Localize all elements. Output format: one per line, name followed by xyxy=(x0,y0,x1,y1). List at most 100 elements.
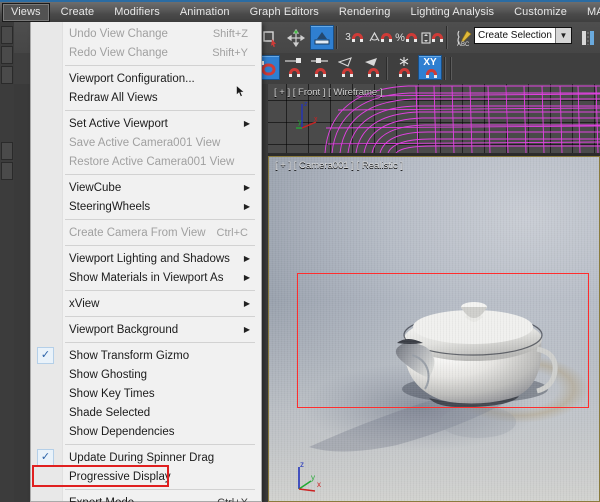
mouse-pointer-icon xyxy=(236,85,245,97)
menu-item-show-transform-gizmo[interactable]: ✓ Show Transform Gizmo xyxy=(31,346,261,365)
menu-item-label: Update During Spinner Drag xyxy=(69,451,215,464)
camera-viewport-label[interactable]: [ + ] [ Camera001 ] [ Realistic ] xyxy=(275,160,403,171)
left-strip-button-3[interactable] xyxy=(1,66,13,84)
menu-item-label: xView xyxy=(69,297,100,310)
mirror-icon[interactable] xyxy=(576,25,600,50)
menu-views[interactable]: Views xyxy=(2,2,50,22)
menu-separator xyxy=(65,174,255,175)
menu-item-shortcut: Ctrl+X xyxy=(217,497,248,502)
spinner-snap-toggle-icon[interactable] xyxy=(420,25,444,50)
axis-z-label: z xyxy=(300,460,304,469)
toolbar-separator-2 xyxy=(446,26,448,49)
menu-separator xyxy=(65,290,255,291)
menu-item-show-materials-in-viewport-as[interactable]: Show Materials in Viewport As ▶ xyxy=(31,268,261,287)
snap-midpoint-icon[interactable] xyxy=(308,55,332,80)
left-strip-button-2[interactable] xyxy=(1,46,13,64)
menu-item-shortcut: Ctrl+C xyxy=(216,226,248,239)
select-and-manipulate-icon[interactable] xyxy=(310,25,334,50)
main-menu-bar: Views Create Modifiers Animation Graph Edito… xyxy=(0,0,600,22)
menu-separator xyxy=(65,219,255,220)
menu-item-expert-mode[interactable]: Expert Mode Ctrl+X xyxy=(31,493,261,502)
menu-item-update-during-spinner-drag[interactable]: ✓ Update During Spinner Drag xyxy=(31,448,261,467)
selection-rectangle[interactable] xyxy=(297,273,589,408)
menu-item-create-camera-from-view[interactable]: Create Camera From View Ctrl+C xyxy=(31,223,261,242)
menu-separator xyxy=(65,245,255,246)
menu-item-label: Viewport Lighting and Shadows xyxy=(69,252,230,265)
menu-customize[interactable]: Customize xyxy=(505,3,576,22)
snap-endpoint-icon[interactable] xyxy=(282,55,306,80)
menu-item-label: Progressive Display xyxy=(69,470,171,483)
menu-item-label: Show Ghosting xyxy=(69,368,147,381)
axis-x-label: x xyxy=(317,480,321,489)
menu-separator xyxy=(65,342,255,343)
menu-item-undo-view-change[interactable]: Undo View Change Shift+Z xyxy=(31,24,261,43)
named-selection-set-combo[interactable]: Create Selection Se ▼ xyxy=(474,27,572,44)
menu-item-steeringwheels[interactable]: SteeringWheels ▶ xyxy=(31,197,261,216)
select-and-move-icon[interactable] xyxy=(284,25,308,50)
toolbar-separator-5 xyxy=(450,57,452,80)
front-viewport-label[interactable]: [ + ] [ Front ] [ Wireframe ] xyxy=(274,87,382,98)
menu-item-shade-selected[interactable]: Shade Selected xyxy=(31,403,261,422)
menu-item-label: Show Materials in Viewport As xyxy=(69,271,224,284)
snap-edge-icon[interactable] xyxy=(360,55,384,80)
menu-item-show-ghosting[interactable]: Show Ghosting xyxy=(31,365,261,384)
chevron-down-icon[interactable]: ▼ xyxy=(555,28,571,43)
menu-item-progressive-display[interactable]: Progressive Display xyxy=(31,467,261,486)
submenu-arrow-icon: ▶ xyxy=(243,119,250,128)
snaps-toggle-3-icon[interactable]: 3 xyxy=(342,25,366,50)
menu-animation[interactable]: Animation xyxy=(171,3,239,22)
menu-item-show-dependencies[interactable]: Show Dependencies xyxy=(31,422,261,441)
named-selection-sets-icon[interactable]: ABC xyxy=(452,25,476,50)
left-toolbar-strip xyxy=(0,22,14,502)
menu-item-viewcube[interactable]: ViewCube ▶ xyxy=(31,178,261,197)
menu-item-label: Save Active Camera001 View xyxy=(69,136,221,149)
percent-snap-toggle-icon[interactable]: % xyxy=(394,25,418,50)
menu-item-shortcut: Shift+Y xyxy=(212,46,248,59)
axis-y-label: y xyxy=(311,473,315,482)
menu-item-show-key-times[interactable]: Show Key Times xyxy=(31,384,261,403)
menu-graph-editors[interactable]: Graph Editors xyxy=(241,3,328,22)
menu-item-viewport-configuration[interactable]: Viewport Configuration... xyxy=(31,69,261,88)
menu-item-set-active-viewport[interactable]: Set Active Viewport ▶ xyxy=(31,114,261,133)
menu-modifiers[interactable]: Modifiers xyxy=(105,3,169,22)
menu-item-label: Expert Mode xyxy=(69,497,134,502)
menu-item-label: Restore Active Camera001 View xyxy=(69,155,235,168)
menu-rendering[interactable]: Rendering xyxy=(330,3,400,22)
menu-item-save-active-camera001-view[interactable]: Save Active Camera001 View xyxy=(31,133,261,152)
check-icon: ✓ xyxy=(37,449,54,466)
angle-snap-toggle-icon[interactable] xyxy=(368,25,392,50)
submenu-arrow-icon: ▶ xyxy=(243,202,250,211)
left-strip-button-5[interactable] xyxy=(1,162,13,180)
snap-face-icon[interactable] xyxy=(334,55,358,80)
menu-item-label: Show Key Times xyxy=(69,387,155,400)
menu-item-viewport-lighting-and-shadows[interactable]: Viewport Lighting and Shadows ▶ xyxy=(31,249,261,268)
snap-pivot-icon[interactable] xyxy=(392,55,416,80)
snap-xy-plane-icon[interactable]: XY xyxy=(418,55,442,80)
svg-text:z: z xyxy=(304,101,308,108)
menu-create[interactable]: Create xyxy=(52,3,104,22)
left-strip-button-1[interactable] xyxy=(1,26,13,44)
menu-item-viewport-background[interactable]: Viewport Background ▶ xyxy=(31,320,261,339)
menu-item-label: ViewCube xyxy=(69,181,122,194)
title-accent-bar xyxy=(0,0,600,2)
3dsmax-window: Views Create Modifiers Animation Graph Edito… xyxy=(0,0,600,502)
front-viewport[interactable]: z y x [ + ] [ Front ] [ Wireframe ] xyxy=(268,84,600,153)
menu-item-redo-view-change[interactable]: Redo View Change Shift+Y xyxy=(31,43,261,62)
menu-separator xyxy=(65,444,255,445)
toolbar-separator-4 xyxy=(444,57,446,80)
menu-item-restore-active-camera001-view[interactable]: Restore Active Camera001 View xyxy=(31,152,261,171)
menu-item-label: Viewport Configuration... xyxy=(69,72,195,85)
submenu-arrow-icon: ▶ xyxy=(243,273,250,282)
menu-item-xview[interactable]: xView ▶ xyxy=(31,294,261,313)
toolbar-separator-3 xyxy=(386,57,388,80)
menu-item-redraw-all-views[interactable]: Redraw All Views xyxy=(31,88,261,107)
camera-viewport[interactable]: z y x [ + ] [ Camera001 ] [ Realistic ] xyxy=(268,156,600,502)
menu-separator xyxy=(65,489,255,490)
svg-text:y: y xyxy=(298,119,302,126)
menu-lighting-analysis[interactable]: Lighting Analysis xyxy=(401,3,503,22)
menu-item-label: Show Transform Gizmo xyxy=(69,349,190,362)
submenu-arrow-icon: ▶ xyxy=(243,299,250,308)
menu-maxscript[interactable]: MAXScript xyxy=(578,3,600,22)
menu-separator xyxy=(65,110,255,111)
left-strip-button-4[interactable] xyxy=(1,142,13,160)
